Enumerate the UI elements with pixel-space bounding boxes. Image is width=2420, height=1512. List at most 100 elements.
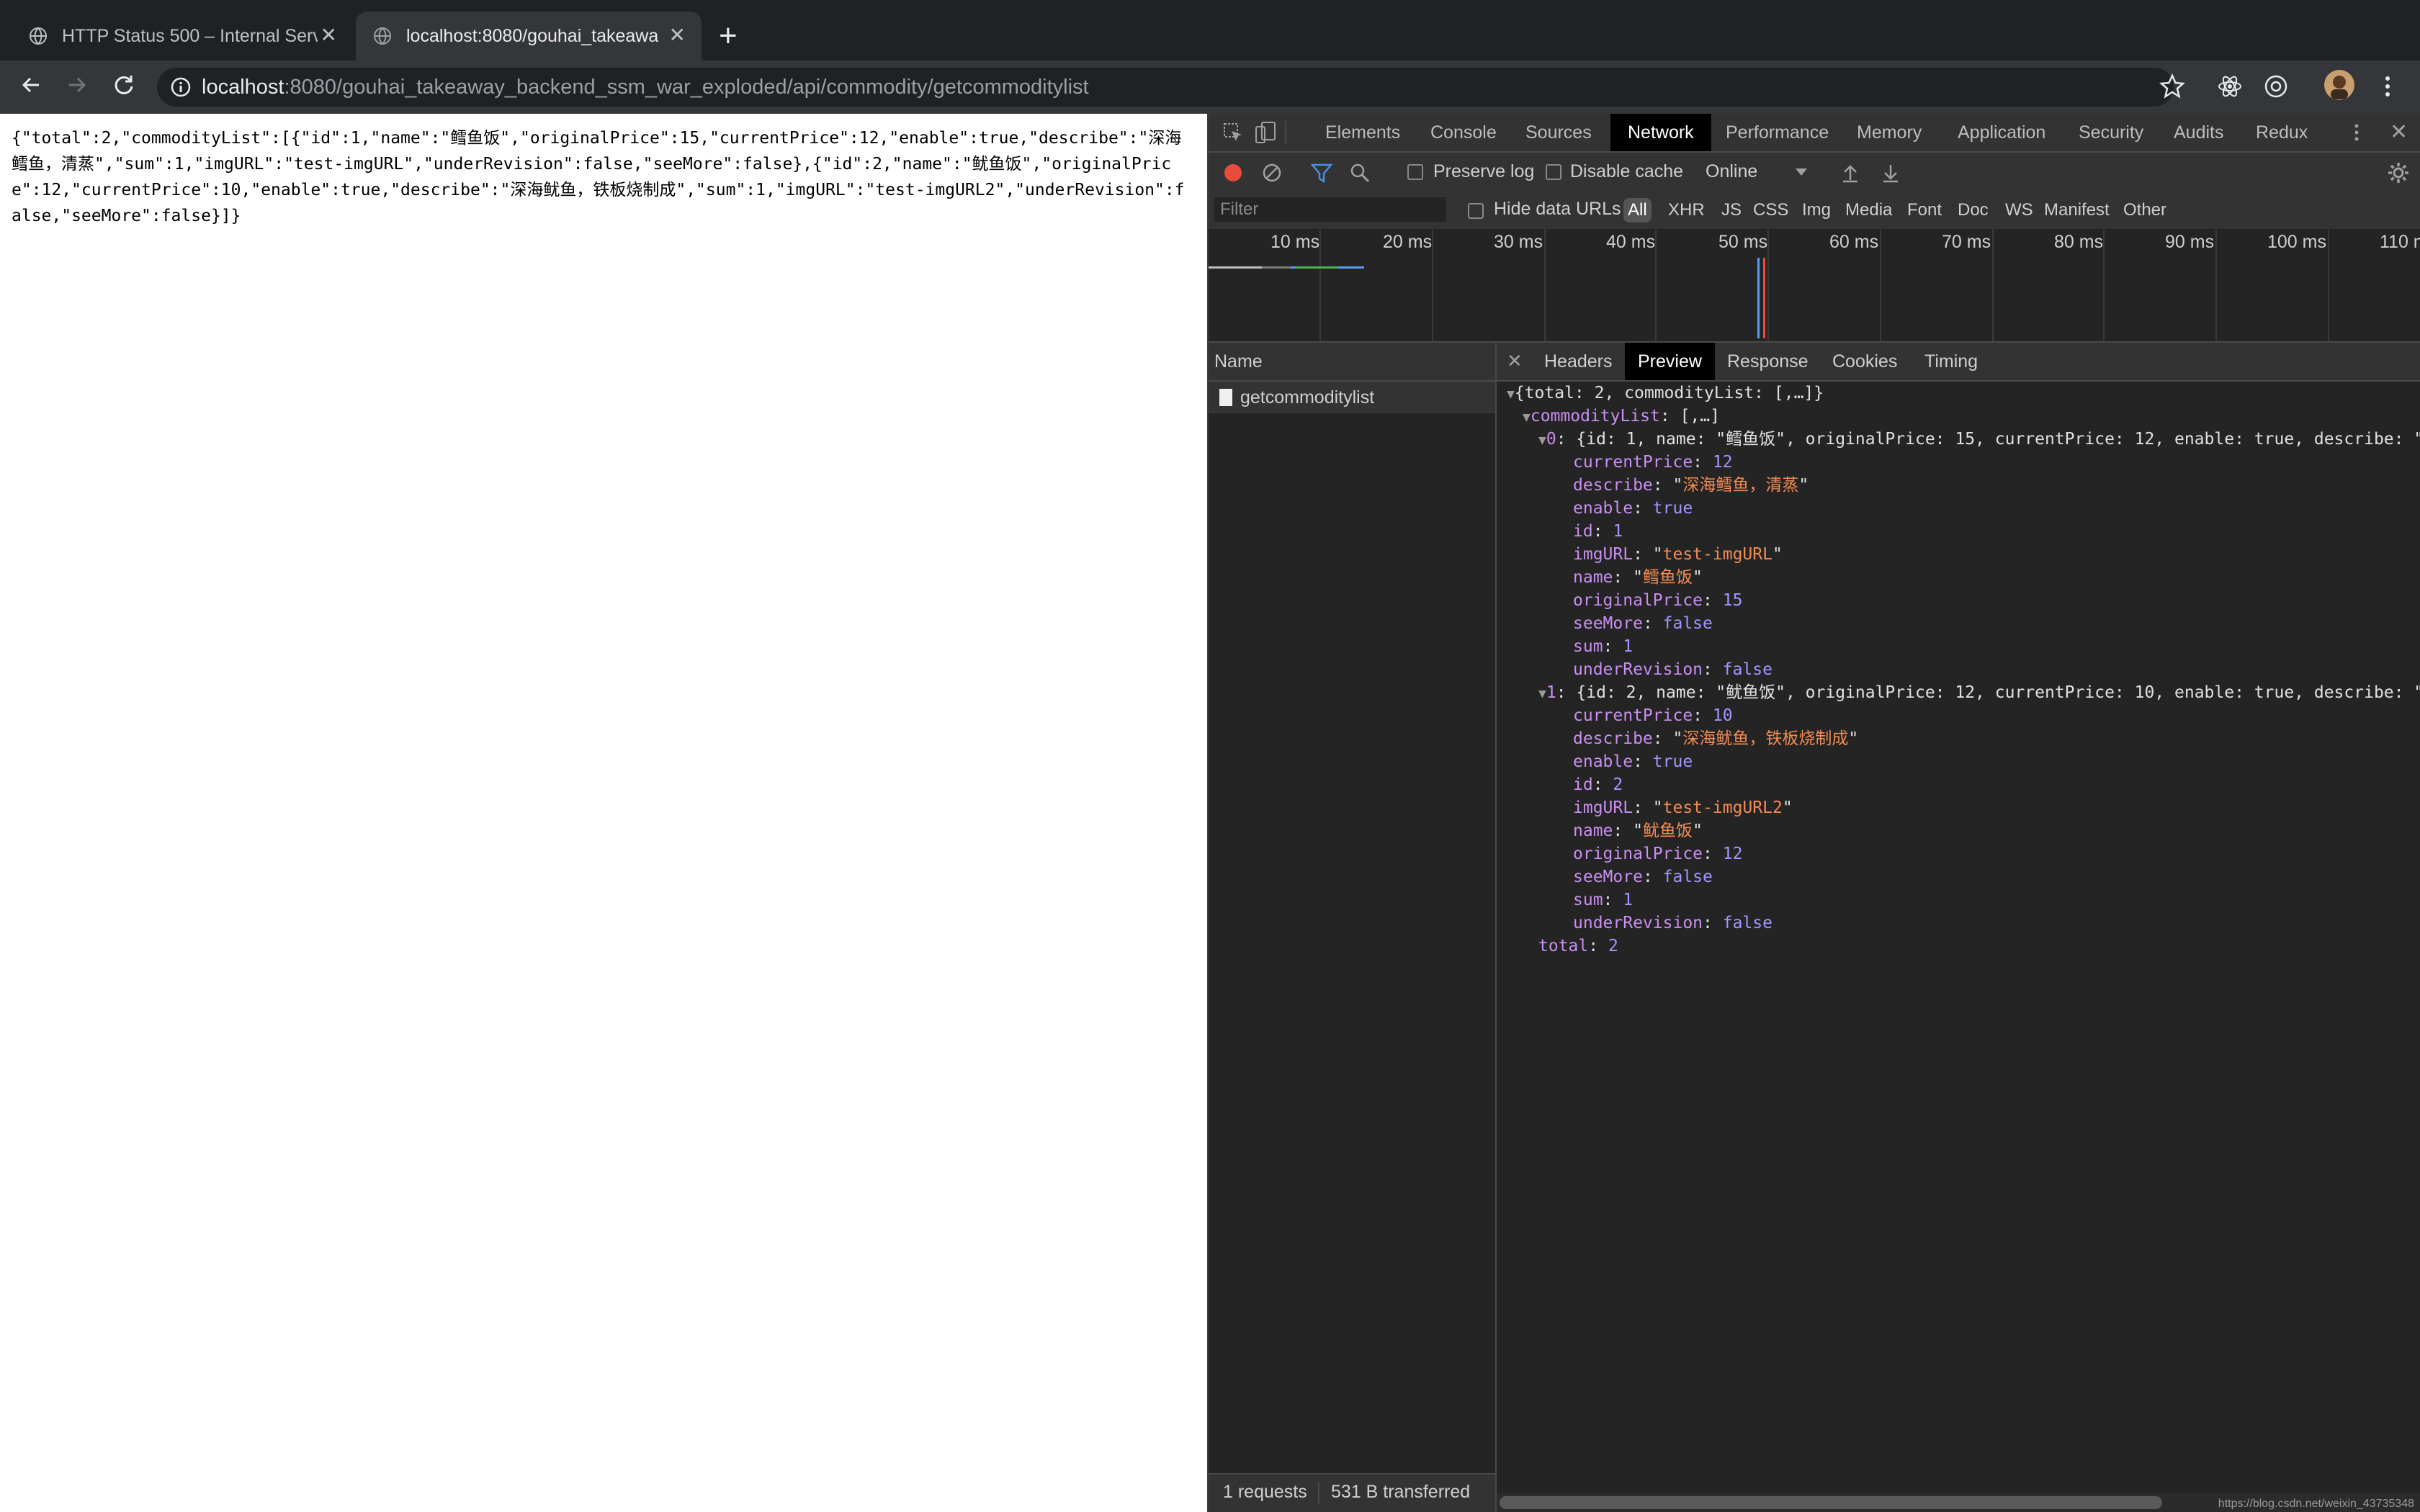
tab-application[interactable]: Application (1958, 114, 2045, 151)
tab-performance[interactable]: Performance (1726, 114, 1829, 151)
tab-headers[interactable]: Headers (1544, 343, 1613, 380)
address-bar[interactable]: localhost:8080/gouhai_takeaway_backend_s… (157, 68, 2174, 107)
tab-preview[interactable]: Preview (1625, 343, 1715, 380)
request-detail-pane: ✕ Headers Preview Response Cookies Timin… (1497, 343, 2420, 1512)
tab-console[interactable]: Console (1430, 114, 1497, 151)
watermark: https://blog.csdn.net/weixin_43735348 (2218, 1498, 2414, 1510)
request-row[interactable]: getcommoditylist (1209, 382, 1495, 413)
filter-type-manifest[interactable]: Manifest (2044, 198, 2110, 222)
back-icon[interactable] (17, 71, 46, 99)
tab-elements[interactable]: Elements (1325, 114, 1400, 151)
inspect-element-icon[interactable] (1223, 122, 1243, 143)
browser-tab-active[interactable]: localhost:8080/gouhai_takeaway_backend_s… (356, 12, 702, 60)
load-marker (1763, 258, 1765, 338)
tab-strip: HTTP Status 500 – Internal Server Error … (0, 0, 2420, 60)
filter-type-all[interactable]: All (1623, 198, 1652, 222)
filter-type-media[interactable]: Media (1845, 198, 1892, 222)
tree-node-commoditylist[interactable]: ▼commodityList: [,…] (1523, 405, 1720, 428)
transferred-size: 531 B transferred (1331, 1482, 1471, 1502)
request-list-header[interactable]: Name (1209, 343, 1495, 382)
timeline-tick-label: 30 ms (1494, 232, 1543, 252)
tree-node-item-1[interactable]: ▼1: {id: 2, name: "鱿鱼饭", originalPrice: … (1538, 681, 2420, 704)
react-devtools-icon[interactable] (2215, 72, 2244, 104)
raw-json-response: {"total":2,"commodityList":[{"id":1,"nam… (12, 129, 1185, 225)
filter-type-css[interactable]: CSS (1753, 198, 1788, 222)
info-icon[interactable] (170, 76, 192, 98)
root-summary: {total: 2, commodityList: [,…]} (1514, 384, 1824, 402)
tree-leaf: describe: "深海鱿鱼，铁板烧制成" (1573, 729, 1859, 748)
name-column-header: Name (1214, 351, 1263, 372)
search-icon[interactable] (1350, 163, 1370, 183)
device-toolbar-icon[interactable] (1255, 121, 1276, 144)
filter-type-img[interactable]: Img (1802, 198, 1831, 222)
close-detail-icon[interactable]: ✕ (1507, 350, 1523, 372)
document-icon (1219, 389, 1232, 406)
menu-icon[interactable] (2377, 72, 2398, 104)
tree-leaf: originalPrice: 15 (1573, 591, 1743, 610)
tab-title: HTTP Status 500 – Internal Server Error (62, 25, 318, 46)
tree-leaf: name: "鱿鱼饭" (1573, 822, 1703, 840)
tree-leaf: underRevision: false (1573, 660, 1773, 679)
avatar[interactable] (2323, 69, 2355, 104)
tab-sources[interactable]: Sources (1525, 114, 1592, 151)
throttling-select[interactable]: Online (1706, 161, 1757, 182)
filter-type-xhr[interactable]: XHR (1668, 198, 1705, 222)
tab-network[interactable]: Network (1610, 114, 1711, 151)
tab-audits[interactable]: Audits (2174, 114, 2223, 151)
tab-response[interactable]: Response (1727, 343, 1809, 380)
divider (1318, 1482, 1319, 1503)
import-har-icon[interactable] (1841, 163, 1860, 183)
network-overview-timeline[interactable]: 10 ms 20 ms 30 ms 40 ms 50 ms 60 ms 70 m… (1209, 229, 2420, 343)
new-tab-icon[interactable]: + (719, 16, 738, 56)
redux-devtools-icon[interactable] (2262, 72, 2290, 104)
filter-icon[interactable] (1311, 163, 1332, 183)
tree-leaf: currentPrice: 12 (1573, 453, 1733, 472)
json-preview-tree: ▼{total: 2, commodityList: [,…]} ▼commod… (1497, 380, 2420, 1460)
tree-leaf: enable: true (1573, 752, 1693, 771)
filter-type-ws[interactable]: WS (2005, 198, 2033, 222)
filter-type-doc[interactable]: Doc (1958, 198, 1989, 222)
browser-toolbar: localhost:8080/gouhai_takeaway_backend_s… (0, 60, 2420, 114)
export-har-icon[interactable] (1881, 163, 1900, 183)
hide-data-urls-checkbox[interactable] (1468, 203, 1484, 219)
disable-cache-label: Disable cache (1570, 161, 1684, 181)
close-devtools-icon[interactable]: ✕ (2390, 120, 2408, 145)
tree-leaf: id: 1 (1573, 522, 1623, 541)
request-name: getcommoditylist (1240, 387, 1375, 408)
tab-memory[interactable]: Memory (1857, 114, 1922, 151)
disable-cache-checkbox[interactable] (1546, 164, 1561, 180)
filter-type-js[interactable]: JS (1721, 198, 1742, 222)
tab-security[interactable]: Security (2079, 114, 2143, 151)
tree-leaf: sum: 1 (1573, 891, 1634, 909)
tab-redux[interactable]: Redux (2256, 114, 2308, 151)
preserve-log-checkbox[interactable] (1407, 164, 1423, 180)
horizontal-scrollbar[interactable]: https://blog.csdn.net/weixin_43735348 (1497, 1493, 2420, 1512)
clear-icon[interactable] (1262, 163, 1282, 183)
tree-root-node[interactable]: ▼{total: 2, commodityList: [,…]} (1507, 382, 1824, 405)
more-options-icon[interactable] (2349, 122, 2364, 143)
tab-title: localhost:8080/gouhai_takeaway_backend_s… (406, 25, 658, 46)
forward-icon[interactable] (62, 71, 91, 99)
close-tab-icon[interactable]: ✕ (321, 24, 337, 46)
filter-type-other[interactable]: Other (2123, 198, 2166, 222)
close-tab-icon[interactable]: ✕ (669, 24, 686, 46)
network-status-bar: 1 requests 531 B transferred (1209, 1473, 1495, 1512)
gear-icon[interactable] (2387, 161, 2410, 184)
star-icon[interactable] (2158, 72, 2187, 104)
record-icon[interactable] (1223, 163, 1243, 183)
request-detail-tabs: ✕ Headers Preview Response Cookies Timin… (1497, 343, 2420, 382)
scrollbar-thumb[interactable] (1500, 1496, 2162, 1509)
filter-input[interactable]: Filter (1214, 197, 1446, 222)
tab-timing[interactable]: Timing (1924, 343, 1978, 380)
tree-leaf: name: "鳕鱼饭" (1573, 568, 1703, 587)
tree-node-item-0[interactable]: ▼0: {id: 1, name: "鳕鱼饭", originalPrice: … (1538, 428, 2420, 451)
tree-leaf: seeMore: false (1573, 868, 1713, 886)
request-count: 1 requests (1223, 1482, 1307, 1502)
browser-tab[interactable]: HTTP Status 500 – Internal Server Error … (0, 12, 353, 60)
filter-type-font[interactable]: Font (1907, 198, 1942, 222)
tab-cookies[interactable]: Cookies (1832, 343, 1897, 380)
timeline-tick-label: 40 ms (1606, 232, 1656, 252)
reload-icon[interactable] (109, 71, 138, 99)
timeline-tick-label: 90 ms (2165, 232, 2215, 252)
devtools-tabbar: Elements Console Sources Network Perform… (1209, 114, 2420, 153)
